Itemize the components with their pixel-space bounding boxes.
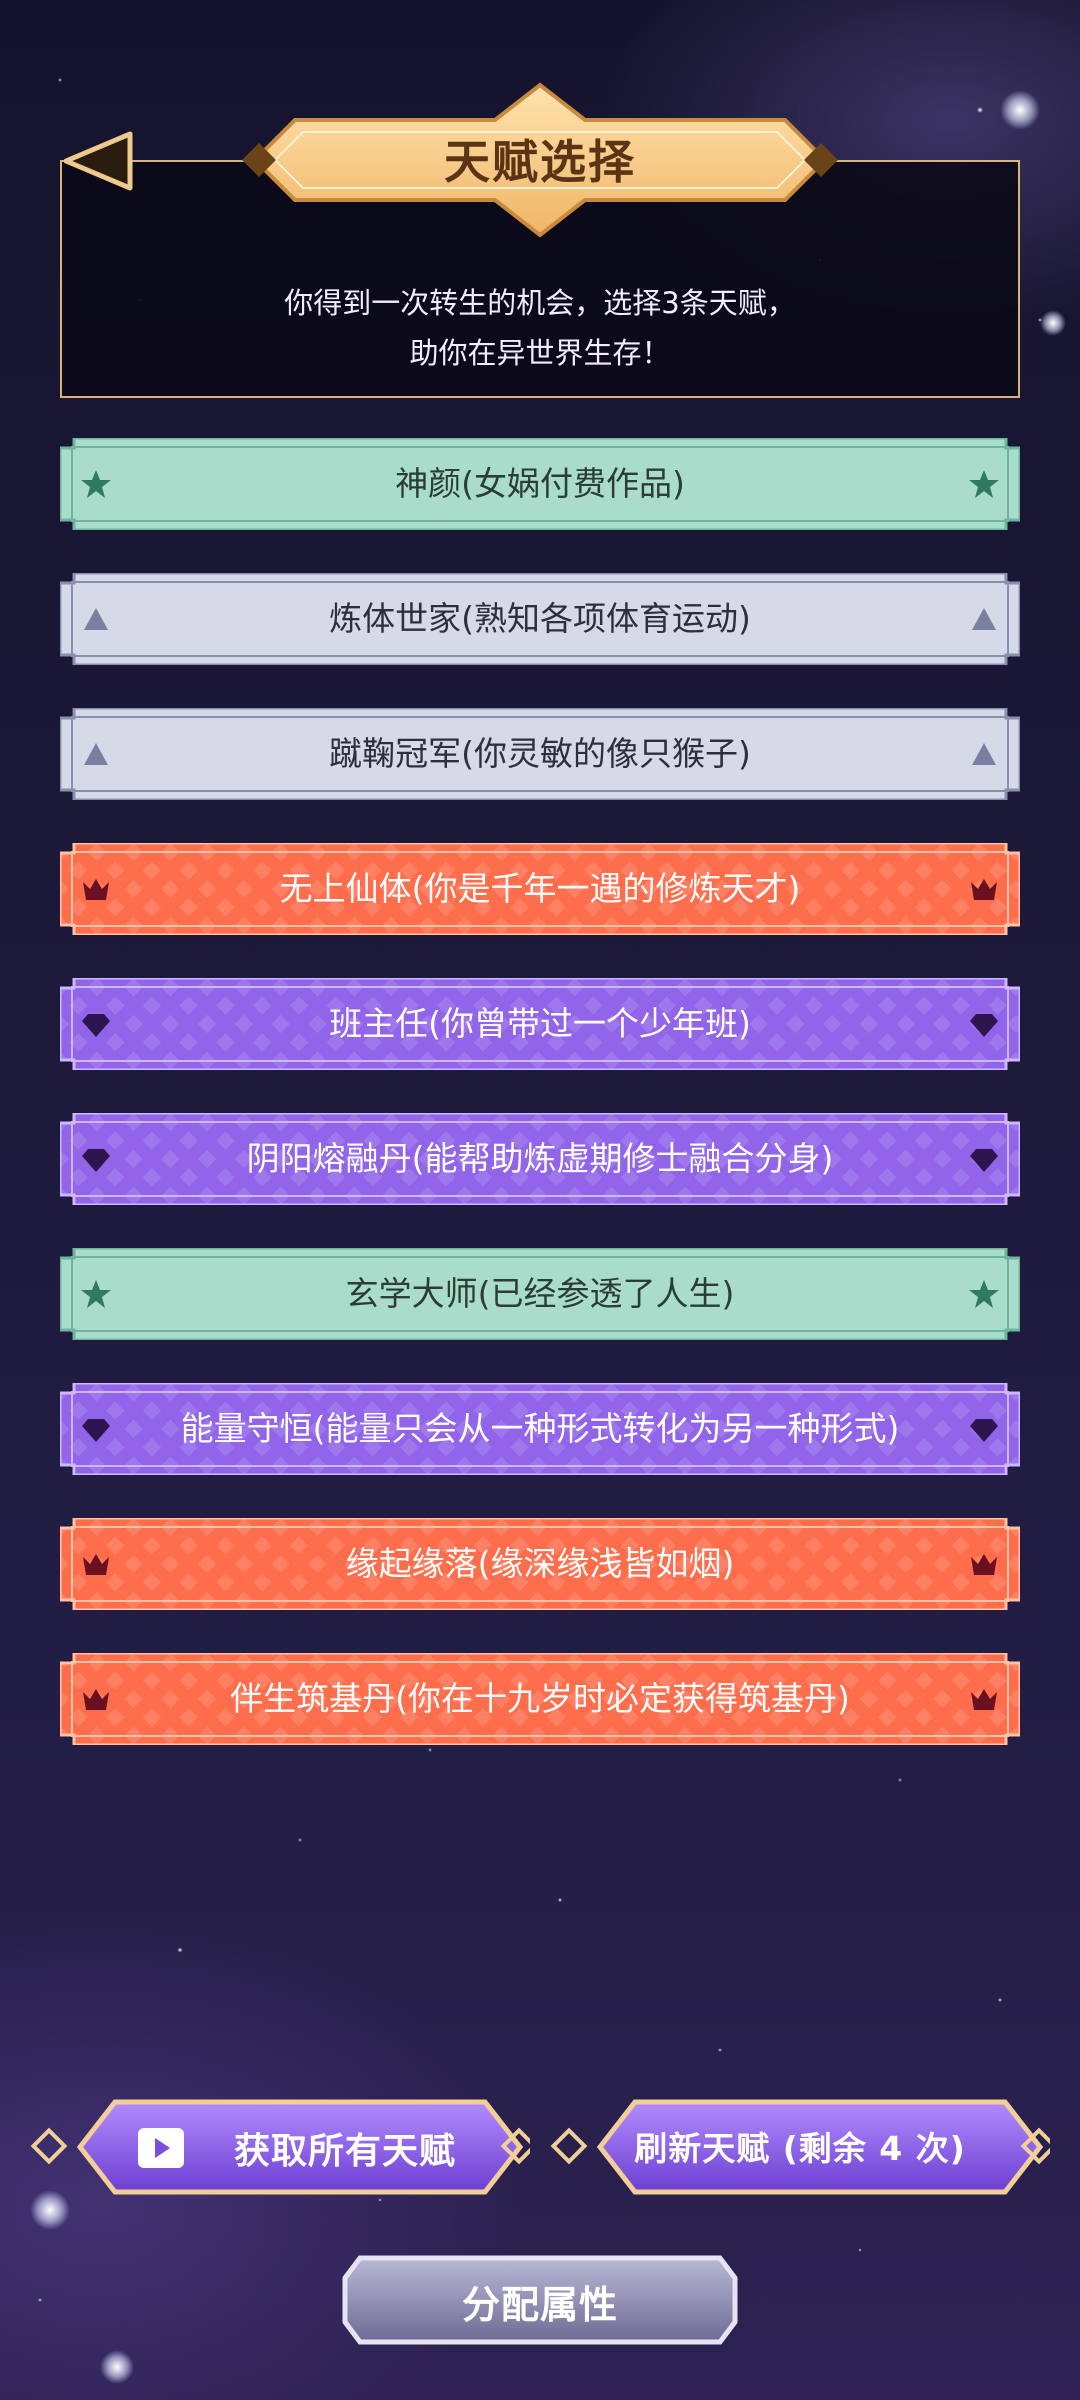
talent-card[interactable]: 玄学大师(已经参透了人生) — [60, 1248, 1020, 1340]
title-plate: 天赋选择 — [225, 80, 855, 240]
subtitle-line-2: 助你在异世界生存！ — [409, 336, 671, 370]
triangle-icon — [80, 738, 112, 770]
refresh-talents-button[interactable]: 刷新天赋 (剩余 4 次) — [550, 2092, 1058, 2202]
diamond-icon — [80, 1008, 112, 1040]
talent-card[interactable]: 伴生筑基丹(你在十九岁时必定获得筑基丹) — [60, 1653, 1020, 1745]
talent-card-label: 缘起缘落(缘深缘浅皆如烟) — [345, 1544, 735, 1583]
diamond-icon — [80, 1413, 112, 1445]
back-button[interactable] — [58, 126, 138, 196]
crown-icon — [80, 1683, 112, 1715]
talent-card[interactable]: 阴阳熔融丹(能帮助炼虚期修士融合分身) — [60, 1113, 1020, 1205]
talent-card-label: 班主任(你曾带过一个少年班) — [329, 1004, 751, 1043]
diamond-icon — [968, 1008, 1000, 1040]
back-arrow-icon — [63, 131, 133, 191]
crown-icon — [968, 873, 1000, 905]
crown-icon — [968, 1548, 1000, 1580]
talent-card-label: 炼体世家(熟知各项体育运动) — [329, 599, 751, 638]
diamond-icon — [968, 1413, 1000, 1445]
page-title: 天赋选择 — [444, 135, 636, 189]
crown-icon — [80, 873, 112, 905]
talent-card[interactable]: 班主任(你曾带过一个少年班) — [60, 978, 1020, 1070]
star-decoration — [1000, 90, 1040, 130]
talent-card[interactable]: 炼体世家(熟知各项体育运动) — [60, 573, 1020, 665]
star-icon — [968, 468, 1000, 500]
talent-card[interactable]: 能量守恒(能量只会从一种形式转化为另一种形式) — [60, 1383, 1020, 1475]
talent-card-label: 阴阳熔融丹(能帮助炼虚期修士融合分身) — [246, 1139, 834, 1178]
star-icon — [968, 1278, 1000, 1310]
subtitle-line-1: 你得到一次转生的机会，选择3条天赋， — [284, 286, 796, 320]
star-icon — [80, 468, 112, 500]
triangle-icon — [80, 603, 112, 635]
crown-icon — [80, 1548, 112, 1580]
refresh-talents-label: 刷新天赋 (剩余 4 次) — [634, 2129, 966, 2168]
get-all-talents-button[interactable]: 获取所有天赋 — [30, 2092, 538, 2202]
crown-icon — [968, 1683, 1000, 1715]
talent-card-label: 能量守恒(能量只会从一种形式转化为另一种形式) — [180, 1409, 900, 1448]
talent-card-label: 伴生筑基丹(你在十九岁时必定获得筑基丹) — [230, 1679, 850, 1718]
allocate-attributes-label: 分配属性 — [461, 2283, 618, 2327]
star-decoration — [100, 2350, 134, 2384]
triangle-icon — [968, 738, 1000, 770]
talent-card[interactable]: 无上仙体(你是千年一遇的修炼天才) — [60, 843, 1020, 935]
talent-card[interactable]: 蹴鞠冠军(你灵敏的像只猴子) — [60, 708, 1020, 800]
talent-card[interactable]: 神颜(女娲付费作品) — [60, 438, 1020, 530]
talent-card-label: 无上仙体(你是千年一遇的修炼天才) — [279, 869, 801, 908]
talent-card[interactable]: 缘起缘落(缘深缘浅皆如烟) — [60, 1518, 1020, 1610]
triangle-icon — [968, 603, 1000, 635]
talent-card-label: 蹴鞠冠军(你灵敏的像只猴子) — [329, 734, 751, 773]
star-decoration — [1040, 310, 1066, 336]
diamond-icon — [80, 1143, 112, 1175]
diamond-icon — [968, 1143, 1000, 1175]
get-all-talents-label: 获取所有天赋 — [233, 2131, 456, 2172]
allocate-attributes-button[interactable]: 分配属性 — [340, 2248, 740, 2352]
talent-card-label: 玄学大师(已经参透了人生) — [345, 1274, 735, 1313]
talent-card-label: 神颜(女娲付费作品) — [395, 464, 685, 503]
star-icon — [80, 1278, 112, 1310]
